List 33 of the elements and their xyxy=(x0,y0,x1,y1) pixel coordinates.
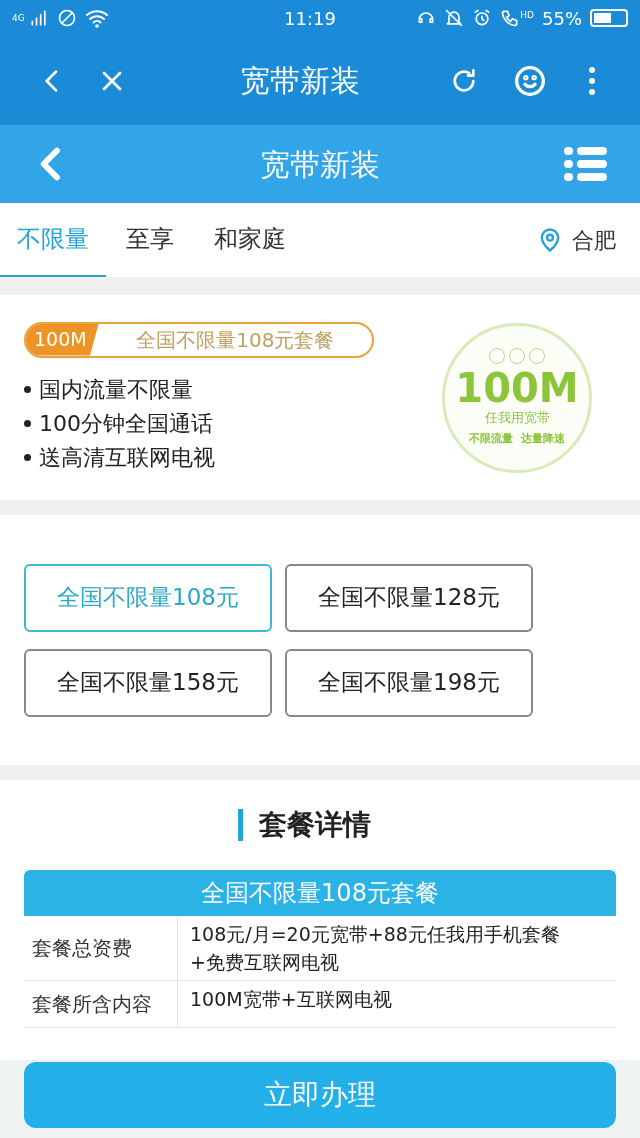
bullet-icon xyxy=(24,420,31,427)
table-cell-text: 100M宽带+互联网电视 xyxy=(189,987,393,1012)
battery-percent: 55% xyxy=(542,6,582,31)
location-button[interactable]: 合肥 xyxy=(536,203,628,277)
clock-time: 11:19 xyxy=(283,6,337,31)
section-title: 套餐详情 xyxy=(258,807,371,843)
plan-option[interactable]: 全国不限量128元 xyxy=(285,563,533,632)
tab[interactable]: 至享 xyxy=(114,203,186,277)
feature-item: 国内流量不限量 xyxy=(39,375,193,404)
speed-tag: 100M xyxy=(26,323,99,356)
network-label: 4G xyxy=(12,14,25,23)
blocked-icon xyxy=(56,8,77,28)
plan-option[interactable]: 全国不限量158元 xyxy=(24,648,272,717)
badge-speed: 100M xyxy=(455,367,579,408)
bullet-icon xyxy=(24,386,31,393)
badge-footer: 不限流量 达量降速 xyxy=(469,431,565,448)
plan-name: 全国不限量108元套餐 xyxy=(135,326,336,354)
phone-icon xyxy=(500,8,521,28)
table-header: 全国不限量108元套餐 xyxy=(24,870,616,916)
plan-option[interactable]: 全国不限量198元 xyxy=(285,648,533,717)
page-title: 宽带新装 xyxy=(259,145,381,184)
table-cell: 套餐所含内容 xyxy=(24,981,178,1027)
battery-icon xyxy=(590,9,628,27)
bullet-icon xyxy=(24,454,31,461)
hd-label: HD xyxy=(520,8,534,22)
feature-item: 送高清互联网电视 xyxy=(39,443,215,472)
table-cell: 套餐总资费 xyxy=(24,916,178,980)
bell-off-icon xyxy=(444,8,465,28)
app-title: 宽带新装 xyxy=(239,62,361,100)
feature-item: 100分钟全国通话 xyxy=(39,409,213,438)
table-cell-text: 108元/月=20元宽带+88元任我用手机套餐+免费互联网电视 xyxy=(189,922,561,975)
tab[interactable]: 和家庭 xyxy=(202,203,298,277)
badge-slogan: 任我用宽带 xyxy=(484,408,550,427)
